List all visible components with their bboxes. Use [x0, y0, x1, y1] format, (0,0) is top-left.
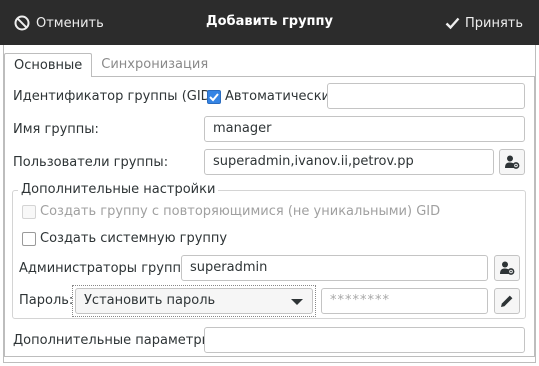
group-users-label: Пользователи группы: — [13, 155, 169, 170]
edit-password-button[interactable] — [494, 288, 520, 314]
tab-general[interactable]: Основные — [4, 53, 93, 77]
admins-input[interactable]: superadmin — [181, 255, 488, 281]
gid-label: Идентификатор группы (GID): — [13, 89, 221, 104]
header-bar: Отменить Добавить группу Принять — [0, 0, 539, 45]
group-name-label: Имя группы: — [13, 122, 99, 137]
params-label: Дополнительные параметры: — [13, 333, 217, 348]
system-group-label: Создать системную группу — [40, 231, 228, 246]
users-picker-button[interactable] — [499, 149, 525, 175]
user-gear-icon — [500, 261, 515, 275]
duplicate-gid-label: Создать группу с повторяющимися (не уник… — [40, 204, 441, 219]
chevron-down-icon — [291, 299, 303, 305]
auto-gid-label: Автоматически — [225, 89, 331, 104]
group-name-input[interactable]: manager — [204, 116, 525, 142]
accept-label: Принять — [464, 15, 523, 31]
tab-sync[interactable]: Синхронизация — [92, 53, 217, 77]
checkmark-icon — [445, 17, 460, 30]
auto-gid-checkbox[interactable] — [207, 90, 221, 104]
admins-label: Администраторы группы: — [19, 261, 196, 276]
tab-bar: Основные Синхронизация — [4, 53, 217, 77]
pencil-icon — [501, 295, 513, 307]
extra-settings-title: Дополнительные настройки — [18, 182, 219, 197]
gid-input[interactable] — [327, 83, 525, 109]
group-users-input[interactable]: superadmin,ivanov.ii,petrov.pp — [204, 149, 494, 175]
password-input[interactable]: ******** — [321, 288, 488, 314]
checkmark-icon — [209, 93, 219, 102]
params-input[interactable] — [204, 327, 525, 353]
accept-button[interactable]: Принять — [445, 13, 523, 33]
user-gear-icon — [505, 155, 520, 169]
duplicate-gid-checkbox — [22, 205, 36, 219]
password-mode-select[interactable]: Установить пароль — [75, 288, 313, 314]
password-mode-value: Установить пароль — [84, 293, 216, 308]
system-group-checkbox[interactable] — [22, 232, 36, 246]
admins-picker-button[interactable] — [494, 255, 520, 281]
password-label: Пароль: — [19, 293, 74, 308]
